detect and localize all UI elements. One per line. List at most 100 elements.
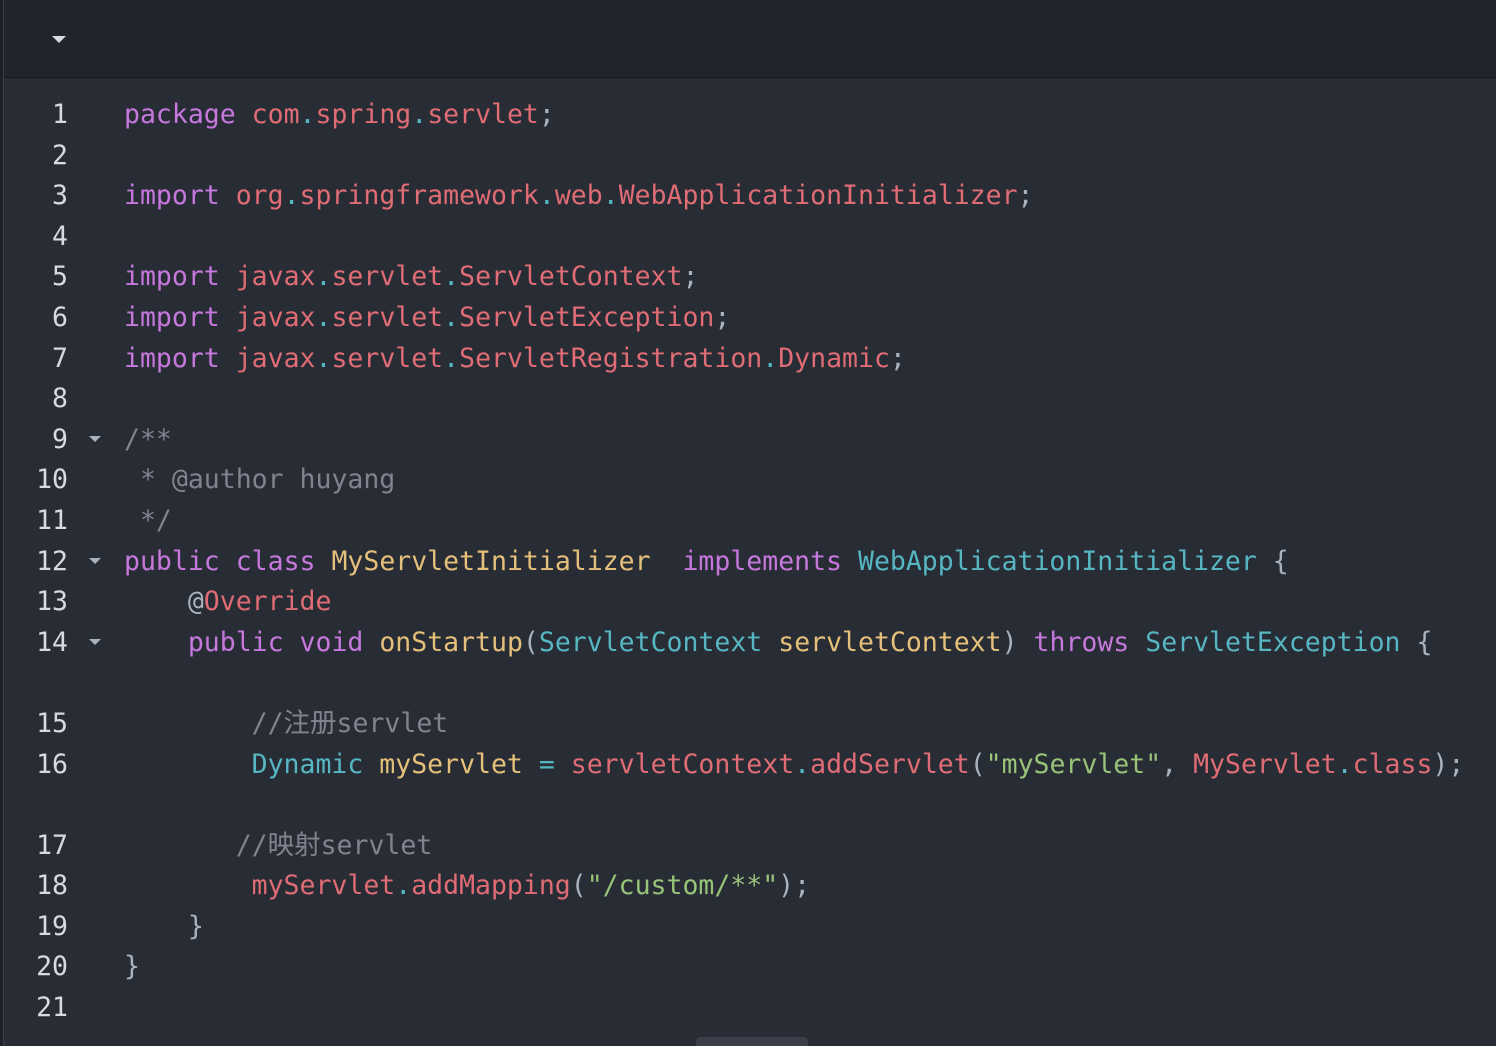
code-token: MyServletInitializer (331, 545, 651, 577)
code-line[interactable]: 8 (4, 379, 1496, 420)
code-token: import (124, 180, 220, 212)
code-token: ; (538, 99, 555, 130)
code-token: org (235, 180, 284, 212)
code-line[interactable]: 15 //注册servlet (4, 704, 1496, 745)
code-line[interactable]: 1 package com.spring.servlet; (4, 95, 1496, 136)
line-number: 14 (36, 626, 68, 658)
code-token: void (299, 626, 364, 658)
code-token: servlet (331, 261, 444, 293)
code-token: "/custom/**" (586, 870, 779, 902)
code-text: import javax.servlet.ServletException; (124, 298, 1486, 339)
code-line[interactable]: 12 public class MyServletInitializer impl… (4, 542, 1496, 583)
code-line[interactable]: 18 myServlet.addMapping("/custom/**"); (4, 866, 1496, 907)
code-token: . (794, 748, 811, 780)
code-token: . (315, 261, 332, 293)
code-line[interactable]: 21 (4, 988, 1496, 1029)
caret-down-icon[interactable] (87, 636, 103, 650)
code-token: ); (1432, 748, 1465, 780)
editor-toolbar (4, 0, 1496, 78)
line-number: 17 (36, 829, 68, 861)
code-token: ServletRegistration (459, 342, 763, 374)
caret-down-icon[interactable] (49, 30, 69, 50)
line-number: 4 (52, 220, 68, 252)
line-number: 2 (52, 139, 68, 171)
line-number: 11 (36, 504, 68, 536)
code-token: ( (570, 870, 587, 902)
code-token: servletContext (778, 626, 1002, 658)
code-token: ServletException (459, 301, 715, 333)
code-token: servlet (427, 99, 539, 130)
code-token: { (1400, 626, 1433, 658)
code-line[interactable]: 11 */ (4, 501, 1496, 542)
code-token: ; (714, 301, 731, 333)
caret-down-icon[interactable] (87, 555, 103, 569)
code-text: public class MyServletInitializer implem… (124, 542, 1486, 583)
code-token: "myServlet" (985, 748, 1162, 780)
line-number: 13 (36, 586, 68, 618)
code-line[interactable]: 13 @Override (4, 582, 1496, 623)
code-token: . (538, 180, 555, 212)
line-number: 21 (36, 992, 68, 1024)
code-token: //注册servlet (124, 707, 449, 739)
line-number: 6 (52, 301, 68, 333)
code-token: ; (1017, 180, 1034, 212)
code-token: class (1352, 748, 1433, 780)
code-line[interactable]: 20} (4, 947, 1496, 988)
code-token: myServlet (379, 748, 523, 780)
code-token: Dynamic (251, 748, 364, 780)
code-line[interactable]: 10 * @author huyang (4, 460, 1496, 501)
code-token: web (554, 180, 603, 212)
caret-down-icon[interactable] (87, 433, 103, 447)
code-token: servlet (331, 301, 444, 333)
code-text: * @author huyang (124, 460, 1486, 501)
line-number: 10 (36, 464, 68, 496)
code-editor[interactable]: 1 package com.spring.servlet; 2 3 import org… (3, 0, 1496, 1046)
code-line[interactable]: 5 import javax.servlet.ServletContext; (4, 257, 1496, 298)
line-number: 9 (52, 423, 68, 455)
code-line[interactable]: 19 } (4, 907, 1496, 948)
code-text: /** (124, 420, 1486, 461)
code-token: addMapping (411, 870, 571, 902)
code-token: } (124, 951, 140, 983)
code-token: /** (124, 423, 172, 455)
code-line[interactable]: 14 public void onStartup(ServletContext … (4, 623, 1496, 704)
code-token: springframework (299, 180, 539, 212)
code-area[interactable]: 1 package com.spring.servlet; 2 3 import org… (4, 95, 1496, 1029)
code-token: ServletException (1145, 626, 1401, 658)
code-line[interactable]: 17 //映射servlet (4, 826, 1496, 867)
code-line[interactable]: 7 import javax.servlet.ServletRegistratio… (4, 339, 1496, 380)
code-token: { (1256, 545, 1289, 577)
code-line[interactable]: 16 Dynamic myServlet = servletContext.ad… (4, 745, 1496, 826)
line-number: 18 (36, 870, 68, 902)
code-token: ; (682, 261, 699, 293)
line-number: 3 (52, 180, 68, 212)
code-token: WebApplicationInitializer (618, 180, 1018, 212)
code-token: } (124, 910, 204, 942)
code-line[interactable]: 2 (4, 136, 1496, 177)
code-line[interactable]: 6 import javax.servlet.ServletException; (4, 298, 1496, 339)
code-line[interactable]: 3 import org.springframework.web.WebAppli… (4, 176, 1496, 217)
code-token: package (124, 99, 236, 130)
code-line[interactable]: 9 /** (4, 420, 1496, 461)
code-text: Dynamic myServlet = servletContext.addSe… (124, 745, 1486, 786)
code-token: myServlet (251, 870, 396, 902)
code-token: . (1336, 748, 1353, 780)
code-token: javax (235, 261, 316, 293)
code-token: . (411, 99, 428, 130)
code-token: public (187, 626, 284, 658)
horizontal-scrollbar[interactable] (696, 1037, 808, 1046)
code-token: * @author huyang (124, 464, 396, 496)
code-token: Dynamic (778, 342, 890, 374)
code-text: myServlet.addMapping("/custom/**"); (124, 866, 1486, 907)
code-line[interactable]: 4 (4, 217, 1496, 258)
code-token: javax (235, 301, 316, 333)
